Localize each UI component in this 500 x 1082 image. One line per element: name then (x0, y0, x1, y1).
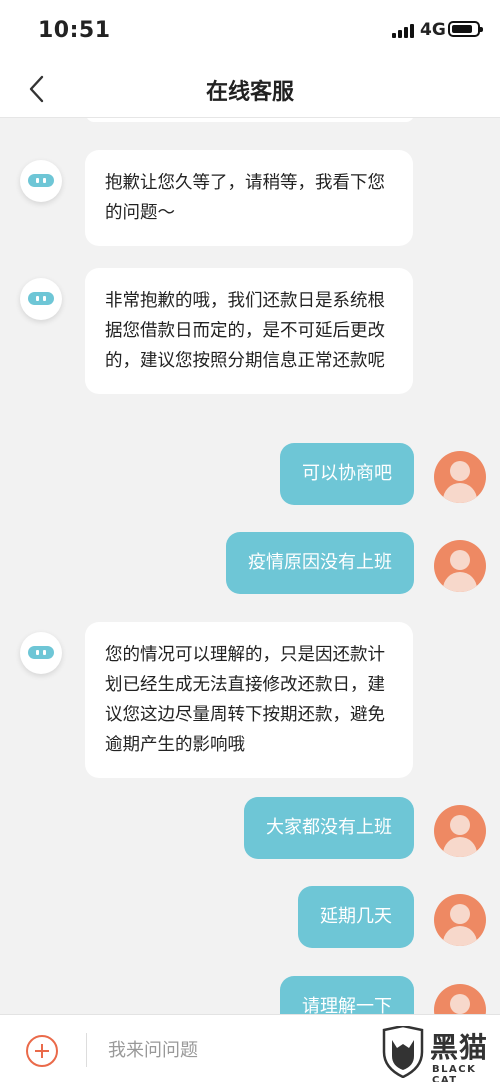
agent-avatar-icon (20, 632, 62, 674)
message-list[interactable]: 抱歉让您久等了，请稍等，我看下您的问题～ 非常抱歉的哦，我们还款日是系统根据您借… (0, 118, 500, 1014)
user-message-bubble: 可以协商吧 (280, 443, 414, 505)
network-label: 4G (420, 20, 446, 40)
agent-avatar-icon (20, 278, 62, 320)
top-bar: 10:51 4G 在线客服 (0, 0, 500, 118)
battery-icon (448, 21, 483, 37)
composer-divider (86, 1033, 87, 1067)
user-avatar-icon (434, 451, 486, 503)
agent-message-bubble: 抱歉让您久等了，请稍等，我看下您的问题～ (85, 150, 413, 246)
status-time: 10:51 (38, 18, 111, 43)
status-bar: 10:51 4G (0, 0, 500, 60)
agent-message-bubble: 非常抱歉的哦，我们还款日是系统根据您借款日而定的，是不可延后更改的，建议您按照分… (85, 268, 413, 394)
cat-shield-icon (382, 1026, 424, 1078)
user-avatar-icon (434, 540, 486, 592)
user-avatar-icon (434, 805, 486, 857)
chat-screen: 10:51 4G 在线客服 抱歉让您久等了，请稍等，我看下您的问题～ 非常抱歉的… (0, 0, 500, 1082)
user-message-bubble: 大家都没有上班 (244, 797, 414, 859)
nav-bar: 在线客服 (0, 60, 500, 118)
user-message-bubble: 请理解一下 (280, 976, 414, 1014)
agent-avatar-icon (20, 160, 62, 202)
user-message-bubble: 延期几天 (298, 886, 414, 948)
watermark-logo: 黑猫 BLACK CAT (380, 1026, 500, 1082)
agent-message-bubble: 您的情况可以理解的，只是因还款计划已经生成无法直接修改还款日，建议您这边尽量周转… (85, 622, 413, 778)
page-title: 在线客服 (205, 80, 294, 105)
signal-icon (392, 24, 414, 38)
previous-message-bubble (86, 118, 414, 122)
watermark-text-en: BLACK CAT (432, 1064, 477, 1082)
user-avatar-icon (434, 984, 486, 1014)
watermark-text-cn: 黑猫 (430, 1031, 489, 1064)
add-button[interactable] (26, 1035, 58, 1067)
user-avatar-icon (434, 894, 486, 946)
question-input[interactable] (96, 1025, 366, 1075)
user-message-bubble: 疫情原因没有上班 (226, 532, 414, 594)
